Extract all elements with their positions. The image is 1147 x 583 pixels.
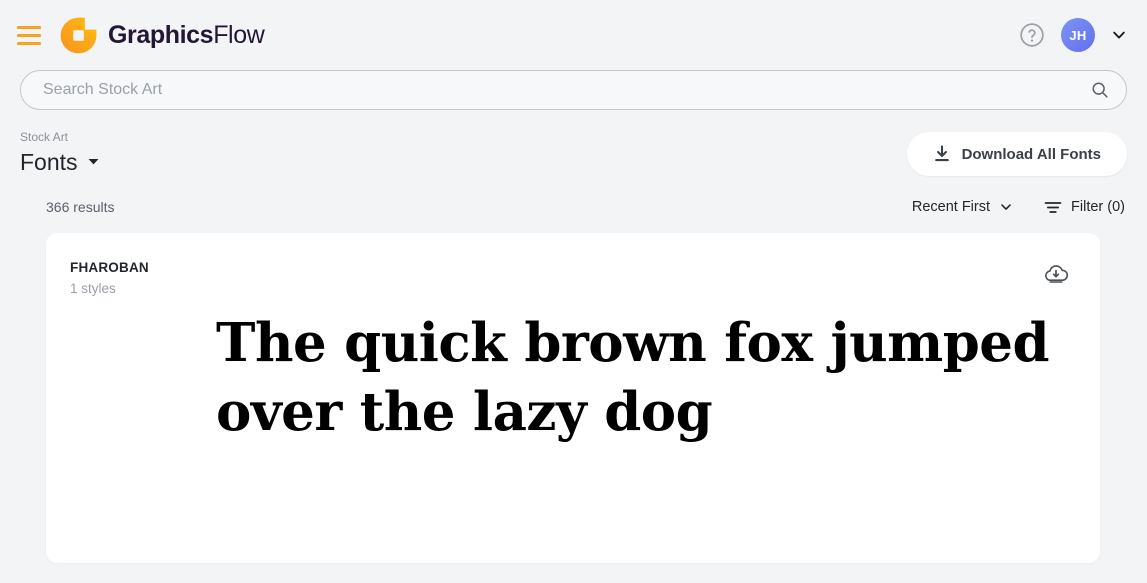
results-toolbar: 366 results Recent First Filter (0): [0, 176, 1147, 224]
filter-button[interactable]: Filter (0): [1044, 199, 1125, 215]
hamburger-menu-icon[interactable]: [14, 20, 44, 50]
sort-chevron-down-icon: [1001, 204, 1011, 211]
brand-name-bold: Graphics: [108, 20, 214, 49]
sort-label: Recent First: [911, 199, 991, 216]
account-chevron-down-icon[interactable]: [1111, 27, 1127, 43]
font-specimen-text: The quick brown fox jumped over the lazy…: [216, 311, 1068, 443]
font-results-list: FHAROBAN 1 styles The quick brown fox ju…: [0, 224, 1147, 564]
page-titlebar: Stock Art Fonts Download All Fonts: [0, 110, 1147, 177]
font-styles-count: 1 styles: [70, 280, 116, 296]
search-icon[interactable]: [1090, 80, 1110, 100]
graphicsflow-logo-icon: [60, 16, 97, 54]
search-input[interactable]: [43, 81, 1090, 99]
hamburger-bar: [17, 25, 41, 29]
search-bar[interactable]: [20, 70, 1127, 110]
brand-wordmark: GraphicsFlow: [108, 20, 265, 49]
page-title-dropdown[interactable]: Fonts: [20, 148, 100, 177]
app-header: GraphicsFlow JH: [0, 0, 1147, 70]
brand-name-light: Flow: [213, 20, 265, 49]
page-title: Fonts: [20, 148, 78, 175]
breadcrumb[interactable]: Stock Art: [20, 130, 100, 146]
brand-logo[interactable]: GraphicsFlow: [60, 16, 265, 54]
search-section: [0, 70, 1147, 110]
font-card-header: FHAROBAN 1 styles: [70, 259, 1072, 298]
filter-label: Filter (0): [1071, 199, 1125, 216]
titlebar-left: Stock Art Fonts: [20, 130, 100, 176]
download-all-fonts-button[interactable]: Download All Fonts: [906, 132, 1127, 177]
sort-dropdown[interactable]: Recent First: [912, 199, 1013, 215]
font-card-meta: FHAROBAN 1 styles: [70, 259, 149, 298]
avatar[interactable]: JH: [1061, 18, 1095, 52]
results-controls: Recent First Filter (0): [912, 199, 1125, 215]
help-circle-icon[interactable]: [1019, 22, 1045, 48]
caret-down-icon: [88, 159, 99, 165]
results-count: 366 results: [46, 199, 115, 216]
filter-icon: [1044, 201, 1062, 213]
header-actions: JH: [1019, 18, 1127, 52]
font-name: FHAROBAN: [70, 260, 149, 276]
download-icon: [934, 145, 949, 162]
cloud-download-icon[interactable]: [1042, 260, 1070, 288]
download-all-fonts-label: Download All Fonts: [961, 145, 1101, 163]
font-card[interactable]: FHAROBAN 1 styles The quick brown fox ju…: [46, 233, 1100, 564]
hamburger-bar: [17, 41, 41, 45]
hamburger-bar: [17, 33, 41, 37]
